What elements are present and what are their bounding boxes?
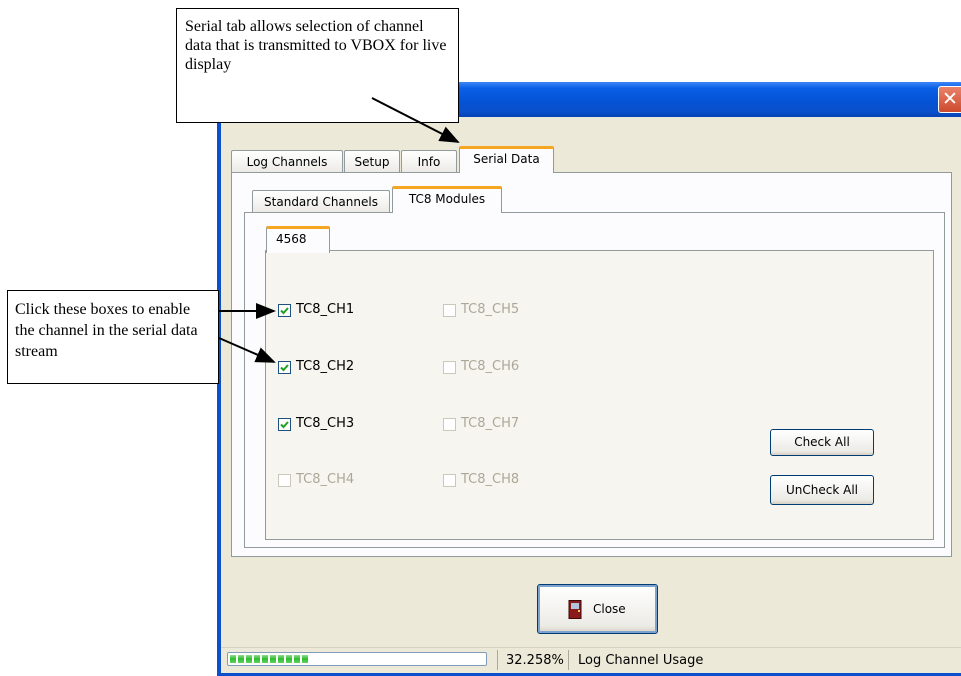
tab-serial-data[interactable]: Serial Data [459,146,554,173]
tab-module-4568[interactable]: 4568 [266,226,330,253]
arrow-to-serial-tab [371,97,460,143]
annotation-arrows [218,97,460,363]
tab-tc8-modules[interactable]: TC8 Modules [392,186,502,213]
arrow-to-ch2 [218,337,276,363]
